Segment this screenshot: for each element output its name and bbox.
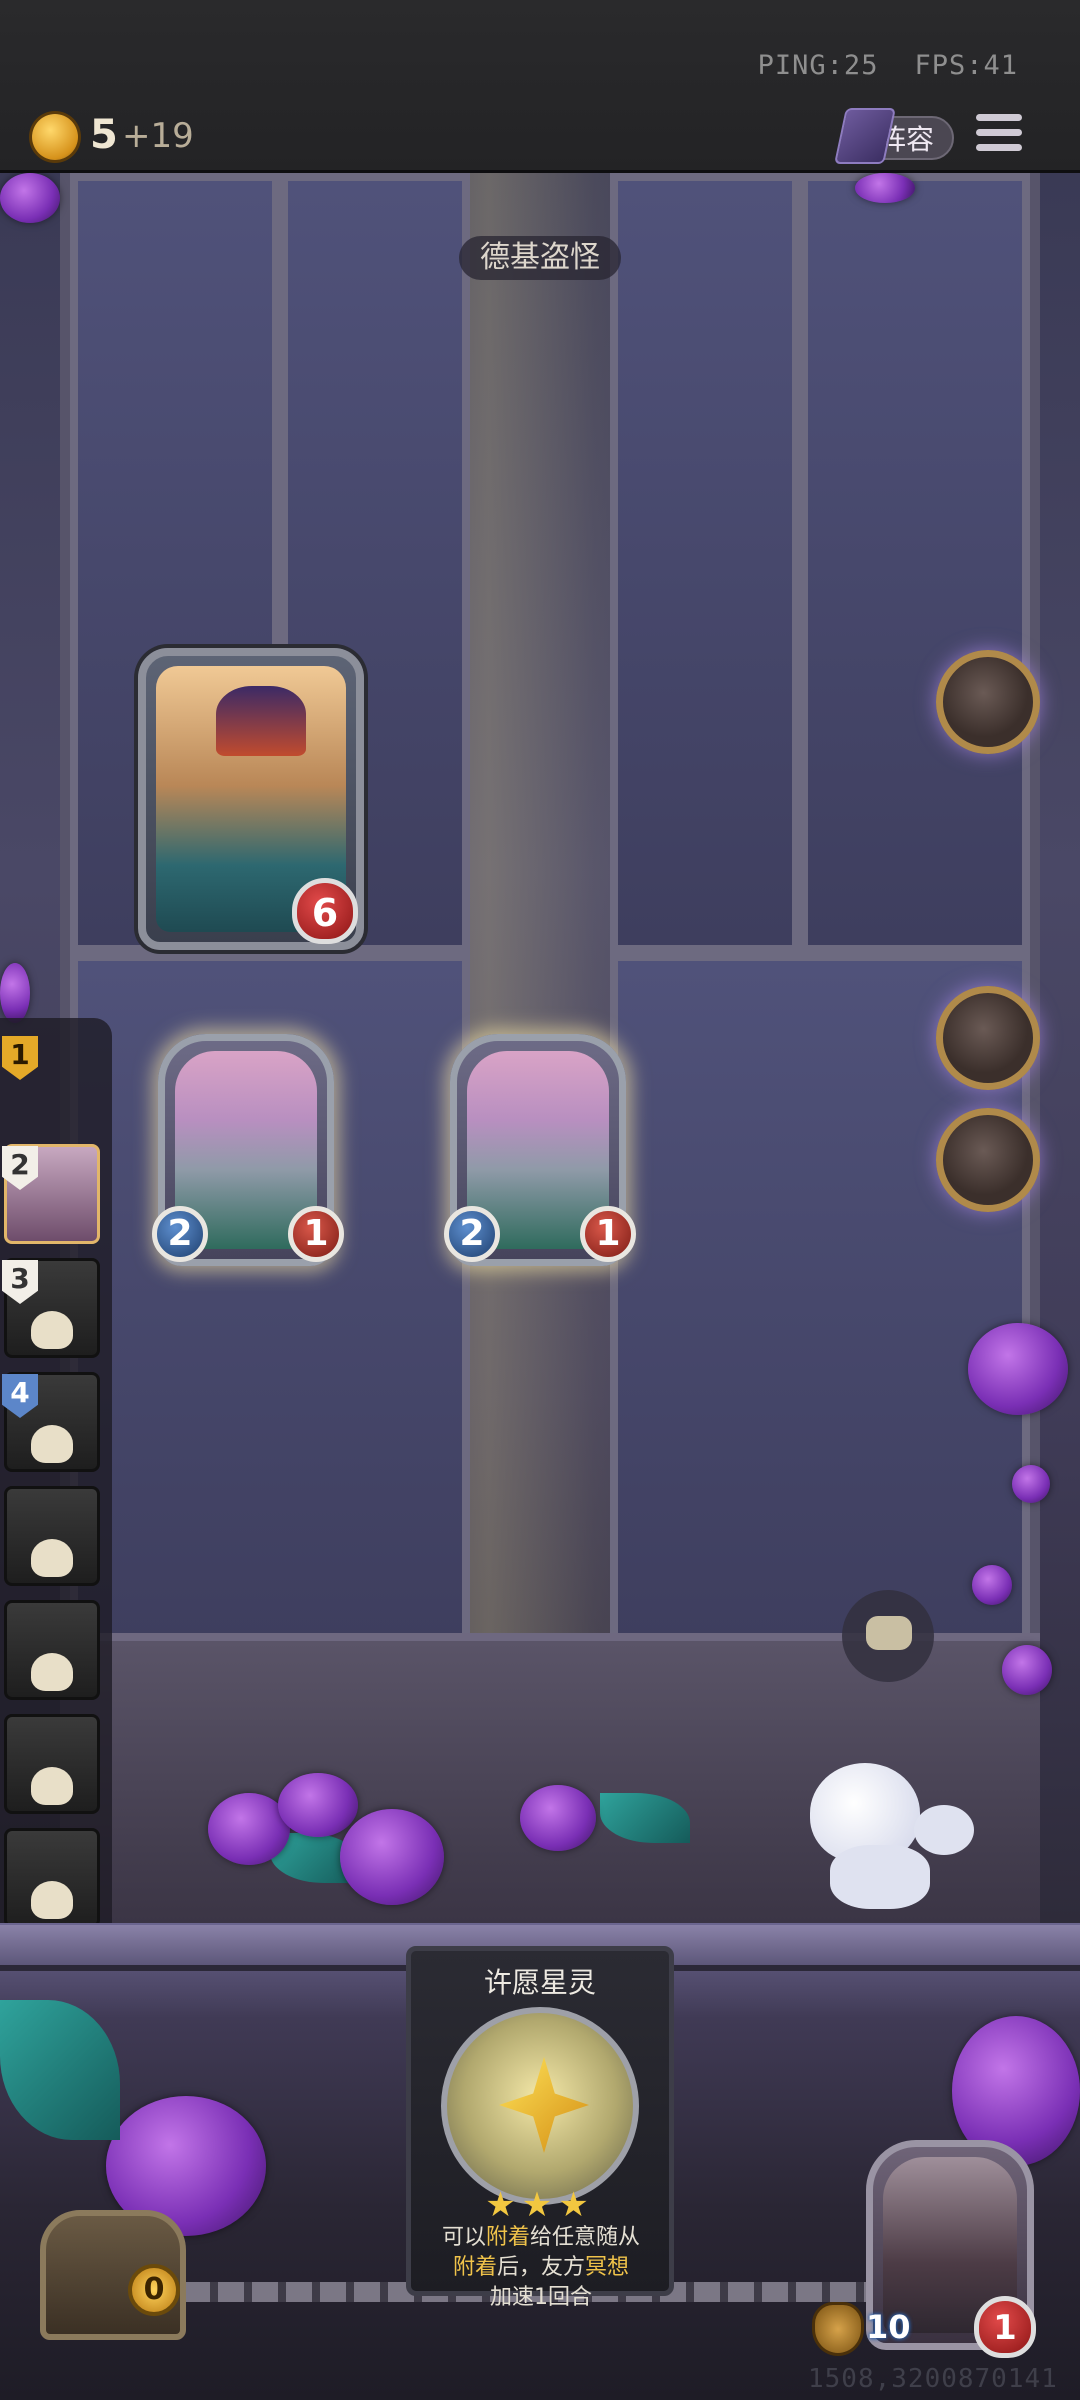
star-spirit-icon: [499, 2057, 589, 2153]
spell-card-stars: ★★★: [485, 2185, 595, 2225]
rose-decoration: [0, 963, 30, 1023]
rose-decoration: [278, 1773, 358, 1837]
minion-attack: 2: [444, 1206, 500, 1262]
chest-counter: 0: [128, 2264, 180, 2316]
gold-income: +19: [122, 116, 194, 156]
rose-decoration: [340, 1809, 444, 1905]
leaderboard-slot-player[interactable]: [4, 1600, 100, 1700]
skull-icon: [31, 1425, 73, 1463]
cat-tail: [914, 1805, 974, 1855]
pocket-watch-icon[interactable]: [936, 986, 1040, 1090]
player-health-heart: 1: [974, 2296, 1036, 2358]
rose-decoration: [1012, 1465, 1050, 1503]
cat-avatar[interactable]: [790, 1745, 980, 1925]
treasure-chest[interactable]: 0: [18, 2170, 208, 2360]
network-status: PING:25 FPS:41: [722, 50, 1018, 81]
ping-readout: PING:25: [757, 50, 879, 81]
minion-health: 1: [580, 1206, 636, 1262]
player-attack-armor: 10: [866, 2308, 911, 2346]
skull-icon: [31, 1767, 73, 1805]
minion-attack: 2: [152, 1206, 208, 1262]
spell-card-description: 可以附着给任意随从 附着后，友方冥想 加速1回合: [441, 2225, 641, 2310]
pocket-watch-icon[interactable]: [936, 1108, 1040, 1212]
window-pane: [800, 173, 1030, 953]
spell-card-art: [441, 2007, 639, 2205]
chat-button[interactable]: [842, 1590, 934, 1682]
pocket-watch-icon[interactable]: [936, 650, 1040, 754]
enemy-health-heart: 6: [292, 878, 358, 944]
window-pane: [610, 173, 800, 953]
skull-icon: [31, 1881, 73, 1919]
fps-readout: FPS:41: [914, 50, 1018, 81]
minion-health: 1: [288, 1206, 344, 1262]
leaderboard-slot-player[interactable]: [4, 1714, 100, 1814]
top-hat-icon: [216, 686, 306, 756]
gold-amount: 5: [90, 112, 118, 158]
gold-coin-icon: [32, 114, 78, 160]
coordinate-readout: 1508,3200870141: [808, 2364, 1058, 2394]
spell-card-title: 许愿星灵: [483, 1966, 596, 1999]
skull-icon: [31, 1653, 73, 1691]
menu-icon[interactable]: [976, 114, 1022, 158]
leaderboard-slot-player[interactable]: [4, 1486, 100, 1586]
skull-icon: [31, 1539, 73, 1577]
hand-spell-card[interactable]: 许愿星灵 ★★★ 可以附着给任意随从 附着后，友方冥想 加速1回合: [406, 1946, 674, 2310]
rose-decoration: [520, 1785, 596, 1851]
armor-icon: [812, 2302, 864, 2356]
cat-body: [830, 1845, 930, 1909]
rose-decoration: [972, 1565, 1012, 1605]
rose-decoration: [1002, 1645, 1052, 1695]
leaderboard-slot-player[interactable]: [4, 1828, 100, 1928]
enemy-name-tag: 德基盗怪: [459, 236, 621, 280]
skull-icon: [31, 1311, 73, 1349]
rose-decoration: [0, 173, 60, 223]
rose-decoration: [855, 173, 915, 203]
rose-decoration: [968, 1323, 1068, 1415]
chat-bubble-icon: [866, 1616, 912, 1650]
